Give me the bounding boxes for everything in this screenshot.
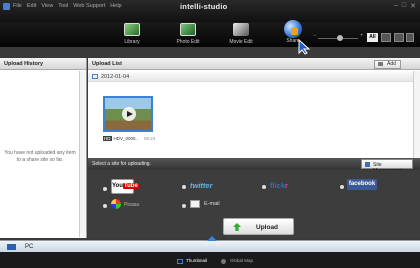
picasa-radio[interactable] — [103, 204, 107, 208]
site-select-bar: Select a site for uploading. Site Manage… — [88, 158, 420, 174]
menu-file[interactable]: File — [13, 3, 22, 9]
global-map-icon[interactable] — [221, 259, 226, 264]
facebook-radio[interactable] — [340, 185, 344, 189]
menu-edit[interactable]: Edit — [27, 3, 36, 9]
app-title: intelli-studio — [180, 2, 228, 11]
app-icon — [3, 3, 10, 10]
global-map-label[interactable]: Global Map — [230, 258, 253, 263]
upload-button-area: Upload — [88, 218, 420, 238]
mode-tabs: Library Photo Edit Movie Edit Share — [0, 20, 420, 47]
upload-history-title: Upload History — [0, 58, 86, 70]
tab-movie-edit-label: Movie Edit — [229, 39, 253, 45]
email-label[interactable]: E-mail — [204, 201, 220, 207]
youtube-tube: Tube — [122, 183, 139, 189]
flickr-main: flick — [270, 181, 286, 190]
hd-badge: HD — [103, 136, 112, 141]
date-group-label: 2012-01-04 — [101, 74, 130, 80]
upload-history-panel: Upload History You have not uploaded any… — [0, 58, 87, 238]
title-bar: File Edit View Tool Web Support Help int… — [0, 0, 420, 22]
picasa-icon[interactable] — [111, 199, 121, 209]
upload-list-title: Upload List — [88, 58, 420, 70]
site-management-button[interactable]: Site Management — [361, 159, 413, 174]
thumbnail-view-icon[interactable] — [177, 259, 183, 264]
tab-movie-edit[interactable]: Movie Edit — [216, 22, 266, 47]
view-all-button[interactable]: All — [367, 33, 378, 42]
add-button[interactable]: Add — [374, 60, 401, 69]
date-group-header[interactable]: 2012-01-04 — [88, 72, 413, 82]
minimize-button[interactable]: – — [394, 2, 398, 10]
zoom-in-button[interactable]: + — [360, 33, 364, 39]
maximize-button[interactable]: □ — [402, 2, 406, 10]
view-thumbnail-button[interactable] — [381, 33, 391, 42]
video-duration: 00:24 — [144, 136, 156, 141]
tab-photo-edit[interactable]: Photo Edit — [163, 22, 213, 47]
flickr-logo[interactable]: flickr — [270, 181, 288, 190]
youtube-you: You — [112, 183, 123, 189]
window-controls: – □ ✕ — [394, 2, 416, 10]
play-icon[interactable] — [122, 107, 136, 121]
twitter-radio[interactable] — [182, 185, 186, 189]
pc-device-bar[interactable]: PC — [0, 236, 420, 252]
youtube-logo[interactable]: YouTube — [111, 179, 139, 194]
email-envelope-icon[interactable] — [190, 200, 200, 208]
picasa-label[interactable]: Picasa — [124, 202, 139, 208]
thumbnail-view-label[interactable]: Thumbnail — [186, 258, 207, 263]
menu-help[interactable]: Help — [110, 3, 121, 9]
upload-button-label: Upload — [256, 224, 279, 231]
flickr-radio[interactable] — [262, 185, 266, 189]
video-caption: HD HDV_0005.. 00:24 — [103, 136, 155, 141]
photo-edit-icon — [180, 23, 196, 36]
menu-bar: File Edit View Tool Web Support Help — [13, 3, 122, 9]
facebook-logo[interactable]: facebook — [347, 179, 377, 190]
video-thumbnail[interactable] — [103, 96, 153, 132]
site-select-prompt: Select a site for uploading. — [92, 161, 151, 167]
share-globe-icon — [284, 20, 302, 38]
youtube-radio[interactable] — [103, 187, 107, 191]
upload-arrow-icon — [233, 223, 241, 231]
upload-list-scrollbar[interactable] — [413, 71, 420, 158]
upload-history-empty-message: You have not uploaded any item to a shar… — [4, 150, 76, 163]
view-detail-button[interactable] — [406, 33, 414, 42]
library-icon — [124, 23, 140, 36]
share-site-options: YouTube twitter flickr facebook Picasa E… — [88, 170, 420, 218]
flickr-r: r — [285, 181, 288, 190]
movie-edit-icon — [233, 23, 249, 36]
upload-history-scrollbar[interactable] — [79, 71, 86, 237]
twitter-logo[interactable]: twitter — [190, 181, 213, 190]
menu-web-support[interactable]: Web Support — [73, 3, 105, 9]
close-button[interactable]: ✕ — [410, 2, 416, 10]
view-mode-bar: Thumbnail Global Map — [0, 252, 420, 268]
menu-view[interactable]: View — [41, 3, 53, 9]
tab-photo-edit-label: Photo Edit — [176, 39, 200, 45]
view-list-button[interactable] — [394, 33, 404, 42]
calendar-icon — [92, 74, 98, 79]
upload-button[interactable]: Upload — [223, 218, 294, 235]
video-filename: HDV_0005.. — [113, 136, 139, 141]
email-radio[interactable] — [182, 204, 186, 208]
menu-tool[interactable]: Tool — [58, 3, 68, 9]
zoom-slider-handle[interactable] — [337, 35, 343, 41]
intelli-studio-window: File Edit View Tool Web Support Help int… — [0, 0, 420, 268]
tab-library[interactable]: Library — [107, 22, 157, 47]
pc-label: PC — [25, 244, 34, 250]
collapse-arrow-icon[interactable] — [207, 236, 217, 241]
tab-library-label: Library — [124, 39, 140, 45]
pc-icon — [7, 244, 16, 250]
